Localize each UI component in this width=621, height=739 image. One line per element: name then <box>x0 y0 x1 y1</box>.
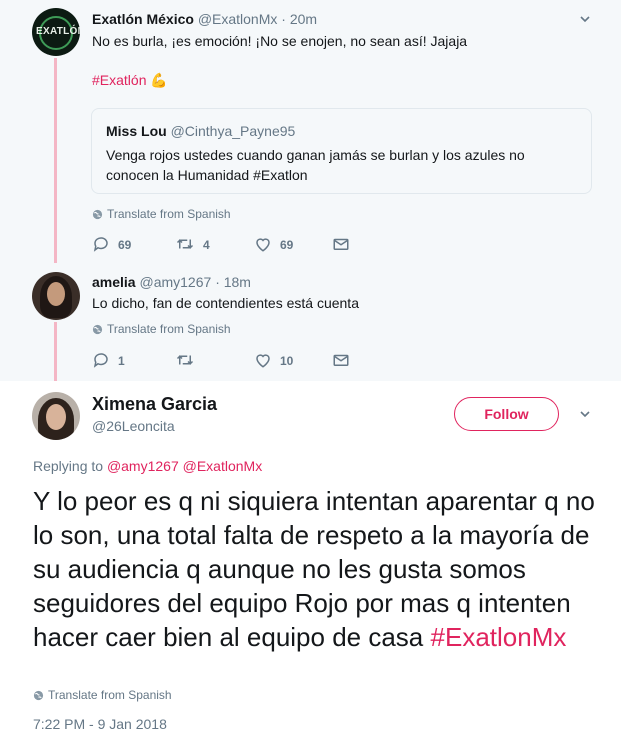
thread-line <box>54 58 57 263</box>
translate-link[interactable]: Translate from Spanish <box>33 688 172 702</box>
flexed-biceps-icon: 💪 <box>150 72 168 88</box>
avatar[interactable] <box>32 272 80 320</box>
tweet-actions: 1 10 <box>92 351 592 371</box>
follow-button[interactable]: Follow <box>454 397 559 431</box>
replying-prefix: Replying to <box>33 458 104 474</box>
chevron-down-icon[interactable] <box>580 409 590 419</box>
translate-link[interactable]: Translate from Spanish <box>92 322 231 336</box>
reply-button[interactable]: 69 <box>92 235 131 253</box>
display-name[interactable]: Ximena Garcia <box>92 394 217 415</box>
direct-message-button[interactable] <box>332 351 358 369</box>
quoted-display-name: Miss Lou <box>106 123 167 139</box>
avatar-logo-text: EXATLÓN <box>36 26 80 37</box>
translate-label: Translate from Spanish <box>107 322 231 336</box>
user-handle[interactable]: @ExatlonMx <box>198 11 278 27</box>
quoted-header: Miss Lou @Cinthya_Payne95 <box>106 123 295 139</box>
quoted-handle: @Cinthya_Payne95 <box>170 123 296 139</box>
hashtag-link[interactable]: #ExatlonMx <box>431 622 567 652</box>
retweet-button[interactable]: 4 <box>175 235 210 253</box>
translate-label: Translate from Spanish <box>107 207 231 221</box>
user-handle[interactable]: @amy1267 <box>139 274 211 290</box>
tweet-header: amelia @amy1267 · 18m <box>92 274 251 290</box>
like-count: 10 <box>280 354 294 368</box>
globe-icon <box>92 209 103 220</box>
like-count: 69 <box>280 238 294 252</box>
translate-link[interactable]: Translate from Spanish <box>92 207 231 221</box>
hashtag-link[interactable]: #Exatlón <box>92 72 146 88</box>
user-handle[interactable]: @26Leoncita <box>92 418 175 434</box>
avatar-face <box>46 404 66 430</box>
replying-to: Replying to @amy1267 @ExatlonMx <box>33 458 262 474</box>
translate-label: Translate from Spanish <box>48 688 172 702</box>
tweet-actions: 69 4 69 <box>92 235 592 255</box>
heart-icon <box>256 354 270 368</box>
display-name[interactable]: amelia <box>92 274 136 290</box>
retweet-icon <box>176 355 194 365</box>
direct-message-button[interactable] <box>332 235 358 253</box>
avatar-face <box>47 282 65 306</box>
hashtag-line: #Exatlón 💪 <box>92 70 168 90</box>
display-name[interactable]: Exatlón México <box>92 11 194 27</box>
tweet-timestamp[interactable]: 7:22 PM - 9 Jan 2018 <box>33 716 167 732</box>
like-button[interactable]: 10 <box>254 351 293 369</box>
tweet-time[interactable]: · 18m <box>215 274 251 290</box>
tweet-amelia[interactable]: amelia @amy1267 · 18m Lo dicho, fan de c… <box>0 263 621 381</box>
globe-icon <box>92 324 103 335</box>
envelope-icon <box>333 354 349 366</box>
chevron-down-icon[interactable] <box>580 14 590 24</box>
tweet-time[interactable]: · 20m <box>281 11 317 27</box>
tweet-text: No es burla, ¡es emoción! ¡No se enojen,… <box>92 33 468 49</box>
tweet-exatlon[interactable]: EXATLÓN Exatlón México @ExatlonMx · 20m … <box>0 0 621 263</box>
thread-line <box>54 322 57 381</box>
retweet-button[interactable] <box>175 351 203 369</box>
reply-icon <box>93 353 108 368</box>
reply-button[interactable]: 1 <box>92 351 125 369</box>
reply-icon <box>93 237 108 252</box>
retweet-icon <box>176 239 194 249</box>
reply-count: 69 <box>118 238 132 252</box>
reply-count: 1 <box>118 354 125 368</box>
replying-users-link[interactable]: @amy1267 @ExatlonMx <box>107 458 262 474</box>
tweet-header: Exatlón México @ExatlonMx · 20m <box>92 11 317 27</box>
heart-icon <box>256 238 270 252</box>
avatar[interactable]: EXATLÓN <box>32 8 80 56</box>
retweet-count: 4 <box>203 238 210 252</box>
tweet-text: Y lo peor es q ni siquiera intentan apar… <box>33 484 603 654</box>
envelope-icon <box>333 238 349 250</box>
quoted-text: Venga rojos ustedes cuando ganan jamás s… <box>106 147 525 183</box>
globe-icon <box>33 690 44 701</box>
avatar[interactable] <box>32 392 80 440</box>
like-button[interactable]: 69 <box>254 235 293 253</box>
quoted-tweet[interactable]: Miss Lou @Cinthya_Payne95 Venga rojos us… <box>91 108 592 194</box>
tweet-text: Lo dicho, fan de contendientes está cuen… <box>92 295 359 311</box>
